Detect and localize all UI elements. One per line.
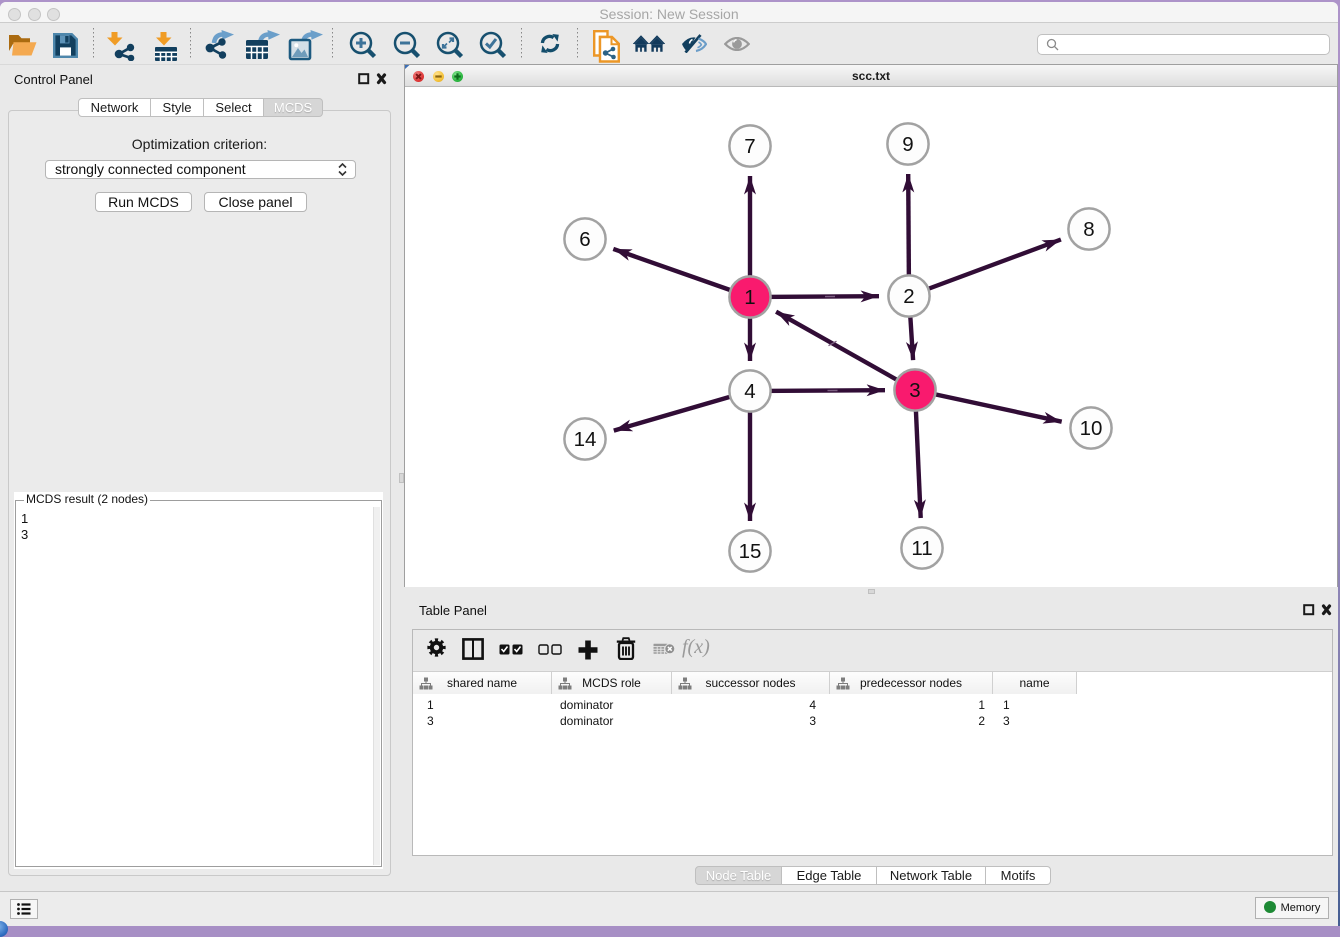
svg-text:11: 11 [911, 537, 932, 560]
svg-text:8: 8 [1083, 218, 1094, 241]
svg-text:9: 9 [902, 133, 913, 156]
svg-text:3: 3 [909, 379, 920, 402]
svg-text:2: 2 [903, 285, 914, 308]
svg-text:14: 14 [574, 428, 597, 451]
svg-text:1: 1 [744, 286, 755, 309]
svg-text:7: 7 [744, 135, 755, 158]
svg-text:10: 10 [1080, 417, 1103, 440]
svg-text:4: 4 [744, 380, 755, 403]
svg-text:15: 15 [739, 540, 762, 563]
svg-text:6: 6 [579, 228, 590, 251]
